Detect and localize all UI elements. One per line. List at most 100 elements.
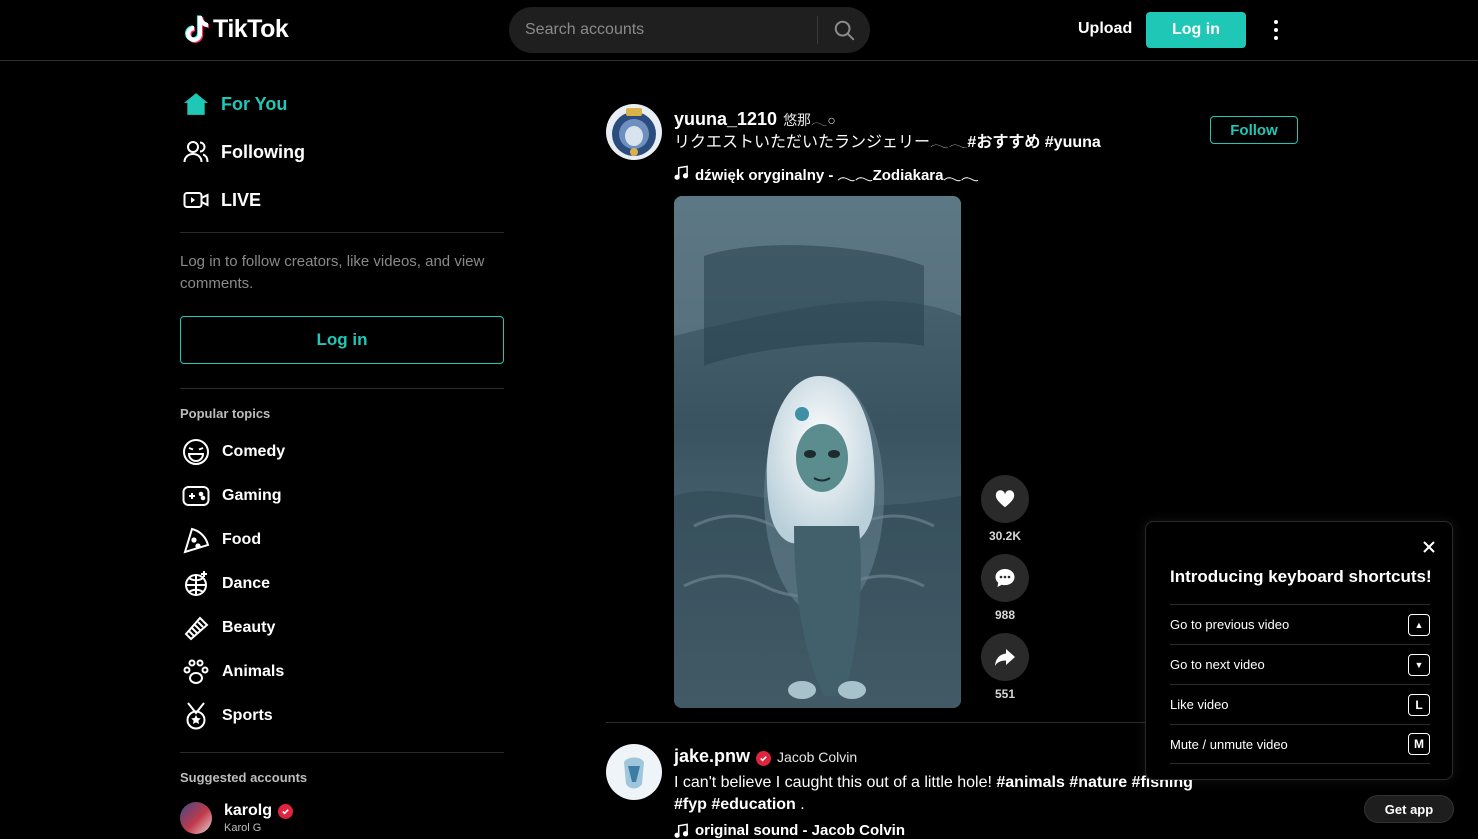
avatar[interactable] — [606, 744, 662, 800]
dance-icon — [182, 570, 210, 598]
shortcut-label: Mute / unmute video — [1170, 736, 1288, 752]
shortcut-row: Like video L — [1170, 684, 1430, 724]
people-icon — [183, 139, 209, 165]
music-note-icon — [674, 165, 689, 180]
suggested-username: karolg — [224, 802, 273, 819]
like-button[interactable] — [981, 475, 1029, 523]
upload-button[interactable]: Upload — [1078, 20, 1132, 38]
more-options-icon[interactable] — [1266, 16, 1286, 44]
keyboard-shortcuts-popup: Introducing keyboard shortcuts! Go to pr… — [1145, 521, 1453, 780]
caption-hashtags[interactable]: #おすすめ #yuuna — [967, 134, 1100, 151]
music-note-icon — [674, 823, 689, 838]
comedy-icon — [182, 438, 210, 466]
topic-label: Animals — [222, 663, 285, 680]
heart-icon — [995, 490, 1015, 508]
comment-button[interactable] — [981, 554, 1029, 602]
shortcut-row: Go to next video ▼ — [1170, 644, 1430, 684]
topic-comedy[interactable]: Comedy — [182, 438, 285, 466]
caption-end: . — [800, 796, 805, 813]
comment-icon — [995, 569, 1015, 587]
avatar[interactable] — [606, 104, 662, 160]
share-icon — [995, 649, 1015, 666]
search-bar — [509, 7, 870, 53]
comment-count: 988 — [994, 608, 1016, 622]
sidebar-divider — [180, 752, 504, 753]
suggested-account-item[interactable]: karolg Karol G — [180, 802, 294, 834]
music-link[interactable]: dźwięk oryginalny - 𓂃𓂃Zodiakara𓂃𓂃 — [674, 160, 979, 185]
share-action: 551 — [981, 633, 1029, 701]
shortcut-label: Go to next video — [1170, 657, 1265, 672]
search-input[interactable] — [509, 7, 817, 53]
avatar — [180, 802, 212, 834]
like-count: 30.2K — [988, 529, 1022, 543]
tiktok-logo-icon — [185, 15, 209, 43]
music-title: original sound - Jacob Colvin — [695, 822, 906, 839]
nav-label: For You — [221, 93, 288, 114]
topic-beauty[interactable]: Beauty — [182, 614, 275, 642]
m-key-icon: M — [1408, 733, 1430, 755]
l-key-icon: L — [1408, 693, 1430, 716]
shortcut-label: Like video — [1170, 697, 1229, 712]
music-title: dźwięk oryginalny - 𓂃𓂃Zodiakara𓂃𓂃 — [695, 167, 979, 184]
sidebar-login-button[interactable]: Log in — [180, 316, 504, 364]
popular-topics-title: Popular topics — [180, 406, 271, 421]
author-nickname: Jacob Colvin — [777, 749, 858, 765]
video-player[interactable] — [674, 196, 961, 708]
food-icon — [182, 526, 210, 554]
nav-following[interactable]: Following — [183, 139, 305, 165]
shortcut-label: Go to previous video — [1170, 617, 1290, 632]
topic-dance[interactable]: Dance — [182, 570, 270, 598]
author-username[interactable]: yuuna_1210 — [674, 109, 777, 130]
brand-name: TikTok — [213, 14, 289, 43]
shortcuts-title: Introducing keyboard shortcuts! — [1170, 567, 1432, 586]
nav-label: LIVE — [221, 189, 262, 210]
like-action: 30.2K — [981, 475, 1029, 543]
arrow-down-key-icon: ▼ — [1408, 653, 1430, 676]
nav-for-you[interactable]: For You — [183, 91, 287, 117]
topic-food[interactable]: Food — [182, 526, 261, 554]
follow-button[interactable]: Follow — [1210, 116, 1298, 144]
topic-label: Dance — [222, 575, 271, 592]
shortcut-row: Go to previous video ▲ — [1170, 604, 1430, 644]
nav-label: Following — [221, 141, 305, 162]
music-link[interactable]: original sound - Jacob Colvin — [674, 822, 905, 839]
get-app-button[interactable]: Get app — [1364, 795, 1454, 823]
topic-gaming[interactable]: Gaming — [182, 482, 282, 510]
arrow-up-key-icon: ▲ — [1408, 613, 1430, 636]
topic-label: Comedy — [222, 443, 286, 460]
topic-label: Gaming — [222, 487, 282, 504]
topic-label: Food — [222, 531, 262, 548]
share-button[interactable] — [981, 633, 1029, 681]
suggested-accounts-title: Suggested accounts — [180, 770, 308, 785]
beauty-icon — [182, 614, 210, 642]
sidebar: For You Following LIVE Log in to follow … — [180, 61, 504, 837]
caption-text: リクエストいただいたランジェリー𓂃𓂃 — [674, 134, 968, 151]
header-login-button[interactable]: Log in — [1146, 12, 1246, 48]
gaming-icon — [182, 482, 210, 510]
topic-animals[interactable]: Animals — [182, 658, 284, 686]
sidebar-divider — [180, 388, 504, 389]
search-button[interactable] — [818, 7, 870, 53]
animals-icon — [182, 658, 210, 686]
search-icon — [834, 20, 855, 41]
share-count: 551 — [994, 687, 1016, 701]
topic-sports[interactable]: Sports — [182, 702, 273, 730]
topic-label: Sports — [222, 707, 273, 724]
nav-live[interactable]: LIVE — [183, 187, 261, 213]
video-thumbnail — [674, 196, 961, 708]
sidebar-divider — [180, 232, 504, 233]
post-caption: リクエストいただいたランジェリー𓂃𓂃#おすすめ #yuuna — [674, 132, 1194, 154]
live-icon — [183, 187, 209, 213]
verified-badge-icon — [278, 803, 294, 819]
author-username[interactable]: jake.pnw — [674, 746, 750, 767]
caption-text: I can't believe I caught this out of a l… — [674, 774, 992, 791]
topic-label: Beauty — [222, 619, 276, 636]
tiktok-logo[interactable]: TikTok — [183, 14, 289, 44]
caption-hashtags[interactable]: #fyp #education — [674, 796, 796, 813]
verified-badge-icon — [756, 751, 772, 766]
home-icon — [183, 91, 209, 117]
sports-icon — [182, 702, 210, 730]
login-note: Log in to follow creators, like videos, … — [180, 253, 485, 292]
author-nickname: 悠那𓂃○ — [783, 112, 836, 128]
close-icon[interactable] — [1418, 536, 1440, 558]
